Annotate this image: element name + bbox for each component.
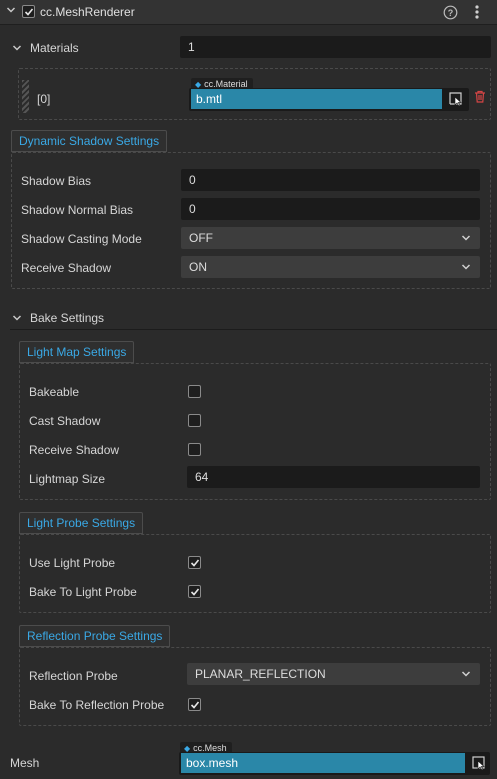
shadow-bias-input[interactable]: 0: [181, 169, 480, 191]
cast-shadow-checkbox[interactable]: [188, 414, 201, 427]
bakeable-label: Bakeable: [29, 385, 80, 399]
reflection-probe-label: Reflection Probe: [29, 669, 118, 683]
more-options-icon[interactable]: [474, 4, 480, 23]
shadow-bias-label: Shadow Bias: [21, 174, 92, 188]
receive-shadow-value: ON: [189, 260, 207, 274]
use-light-probe-checkbox[interactable]: [188, 556, 201, 569]
mesh-label: Mesh: [10, 756, 40, 770]
shadow-casting-mode-value: OFF: [189, 231, 213, 245]
help-icon[interactable]: ?: [443, 5, 458, 23]
chevron-down-icon: [461, 663, 471, 694]
lightmap-size-input[interactable]: 64: [187, 466, 480, 488]
delete-icon[interactable]: [474, 90, 486, 106]
reflection-probe-select[interactable]: PLANAR_REFLECTION: [187, 663, 480, 685]
lightmap-receive-shadow-label: Receive Shadow: [29, 443, 120, 457]
bake-settings-chevron-icon[interactable]: [12, 312, 22, 326]
bake-to-reflection-probe-checkbox[interactable]: [188, 698, 201, 711]
shadow-normal-bias-label: Shadow Normal Bias: [21, 203, 134, 217]
tab-reflection-probe-settings[interactable]: Reflection Probe Settings: [19, 625, 171, 647]
materials-count-input[interactable]: 1: [180, 36, 491, 58]
bake-settings-divider: [10, 329, 497, 330]
lightmap-receive-shadow-checkbox[interactable]: [188, 443, 201, 456]
collapse-chevron-icon[interactable]: [6, 5, 16, 18]
mesh-asset-field[interactable]: box.mesh: [181, 753, 465, 773]
component-title: cc.MeshRenderer: [40, 5, 135, 19]
cast-shadow-label: Cast Shadow: [29, 414, 101, 428]
drag-handle[interactable]: [22, 80, 29, 113]
svg-text:?: ?: [448, 8, 454, 18]
lightmap-size-label: Lightmap Size: [29, 472, 106, 486]
component-header: cc.MeshRenderer ?: [0, 0, 497, 25]
light-probe-panel: [19, 534, 491, 613]
locate-asset-icon[interactable]: [449, 92, 463, 109]
material-index-label: [0]: [37, 92, 51, 106]
bake-settings-label: Bake Settings: [30, 311, 105, 325]
use-light-probe-label: Use Light Probe: [29, 556, 116, 570]
material-asset-field[interactable]: b.mtl: [191, 89, 442, 109]
bake-to-light-probe-label: Bake To Light Probe: [29, 585, 137, 599]
bakeable-checkbox[interactable]: [188, 385, 201, 398]
shadow-casting-mode-select[interactable]: OFF: [181, 227, 480, 249]
shadow-normal-bias-input[interactable]: 0: [181, 198, 480, 220]
bake-to-light-probe-checkbox[interactable]: [188, 585, 201, 598]
tab-light-probe-settings[interactable]: Light Probe Settings: [19, 512, 144, 534]
chevron-down-icon: [461, 227, 471, 258]
tab-dynamic-shadow-settings[interactable]: Dynamic Shadow Settings: [11, 130, 168, 152]
shadow-casting-mode-label: Shadow Casting Mode: [21, 232, 142, 246]
materials-chevron-icon[interactable]: [12, 42, 22, 56]
receive-shadow-select[interactable]: ON: [181, 256, 480, 278]
materials-label: Materials: [30, 41, 79, 55]
chevron-down-icon: [461, 256, 471, 287]
bake-to-reflection-probe-label: Bake To Reflection Probe: [29, 698, 165, 712]
reflection-probe-panel: [19, 647, 491, 726]
reflection-probe-value: PLANAR_REFLECTION: [195, 667, 326, 681]
tab-light-map-settings[interactable]: Light Map Settings: [19, 341, 135, 363]
locate-asset-icon[interactable]: [472, 756, 486, 773]
component-enabled-checkbox[interactable]: [22, 5, 35, 18]
receive-shadow-label: Receive Shadow: [21, 261, 112, 275]
